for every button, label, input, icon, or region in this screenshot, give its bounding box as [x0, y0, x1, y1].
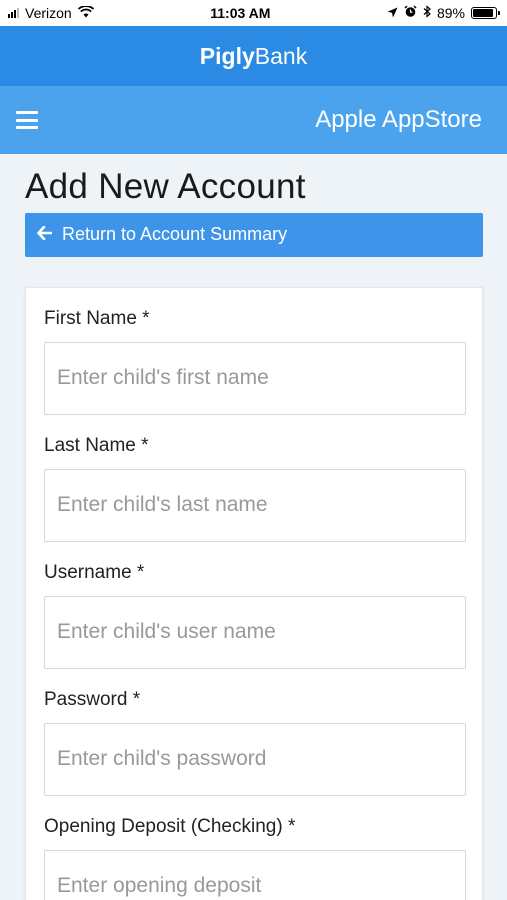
battery-icon — [470, 7, 500, 19]
main-content: Add New Account Return to Account Summar… — [0, 154, 507, 900]
last-name-field: Last Name * — [44, 434, 466, 542]
brand-header: Pigly Bank — [0, 26, 507, 86]
opening-deposit-field: Opening Deposit (Checking) * — [44, 815, 466, 900]
first-name-field: First Name * — [44, 307, 466, 415]
return-button-label: Return to Account Summary — [62, 224, 288, 244]
nav-title: Apple AppStore — [315, 106, 482, 133]
arrow-left-icon — [37, 224, 53, 245]
menu-icon[interactable] — [16, 111, 38, 129]
alarm-icon — [404, 5, 417, 21]
first-name-input[interactable] — [44, 341, 466, 415]
return-to-summary-button[interactable]: Return to Account Summary — [25, 212, 483, 257]
status-right: 89% — [387, 5, 500, 21]
wifi-icon — [77, 5, 94, 21]
password-input[interactable] — [44, 722, 466, 796]
account-form: First Name * Last Name * Username * Pass… — [25, 286, 483, 900]
first-name-label: First Name * — [44, 307, 150, 329]
brand-name-bold: Pigly — [199, 42, 255, 69]
location-icon — [387, 5, 398, 21]
signal-icon — [8, 8, 19, 18]
carrier-label: Verizon — [25, 5, 72, 21]
opening-deposit-label: Opening Deposit (Checking) * — [44, 815, 296, 837]
username-input[interactable] — [44, 595, 466, 669]
bluetooth-icon — [423, 5, 431, 21]
opening-deposit-input[interactable] — [44, 849, 466, 900]
status-time: 11:03 AM — [210, 5, 271, 21]
nav-bar: Apple AppStore — [0, 86, 507, 154]
brand-name-regular: Bank — [254, 42, 308, 69]
page-title: Add New Account — [25, 167, 306, 206]
battery-percent: 89% — [436, 5, 465, 21]
username-label: Username * — [44, 561, 145, 583]
last-name-label: Last Name * — [44, 434, 149, 456]
username-field: Username * — [44, 561, 466, 669]
status-bar: Verizon 11:03 AM 89% — [0, 0, 507, 26]
status-left: Verizon — [8, 5, 94, 21]
last-name-input[interactable] — [44, 468, 466, 542]
password-label: Password * — [44, 688, 141, 710]
password-field: Password * — [44, 688, 466, 796]
